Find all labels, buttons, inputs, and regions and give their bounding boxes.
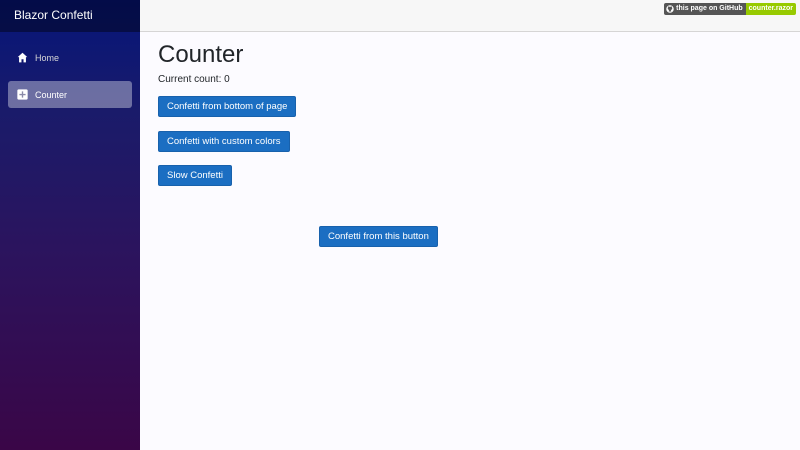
page-title: Counter [158, 41, 244, 68]
confetti-bottom-button[interactable]: Confetti from bottom of page [158, 96, 297, 117]
plus-square-icon [16, 89, 28, 101]
current-count: Current count: 0 [158, 74, 230, 85]
github-icon [666, 5, 674, 13]
github-badge-left: this page on GitHub [664, 3, 746, 15]
github-badge-file: counter.razor [745, 3, 796, 15]
app-root: Blazor Confetti Home Counter this page o… [0, 0, 800, 450]
sidebar-item-home[interactable]: Home [8, 44, 132, 71]
sidebar-item-counter[interactable]: Counter [8, 81, 132, 108]
confetti-custom-colors-button[interactable]: Confetti with custom colors [158, 131, 290, 152]
home-icon [16, 52, 28, 64]
github-badge-text: this page on GitHub [676, 5, 743, 12]
sidebar-item-label: Home [35, 52, 60, 63]
sidebar-item-label: Counter [35, 89, 68, 100]
slow-confetti-button[interactable]: Slow Confetti [158, 165, 232, 186]
github-badge[interactable]: this page on GitHub counter.razor [664, 3, 796, 15]
brand-title[interactable]: Blazor Confetti [0, 0, 140, 32]
sidebar-nav: Home Counter [0, 32, 140, 108]
confetti-from-button-button[interactable]: Confetti from this button [319, 226, 438, 247]
sidebar: Blazor Confetti Home Counter [0, 0, 140, 450]
top-row: this page on GitHub counter.razor [140, 0, 800, 32]
main-content: Counter Current count: 0 Confetti from b… [140, 32, 800, 450]
